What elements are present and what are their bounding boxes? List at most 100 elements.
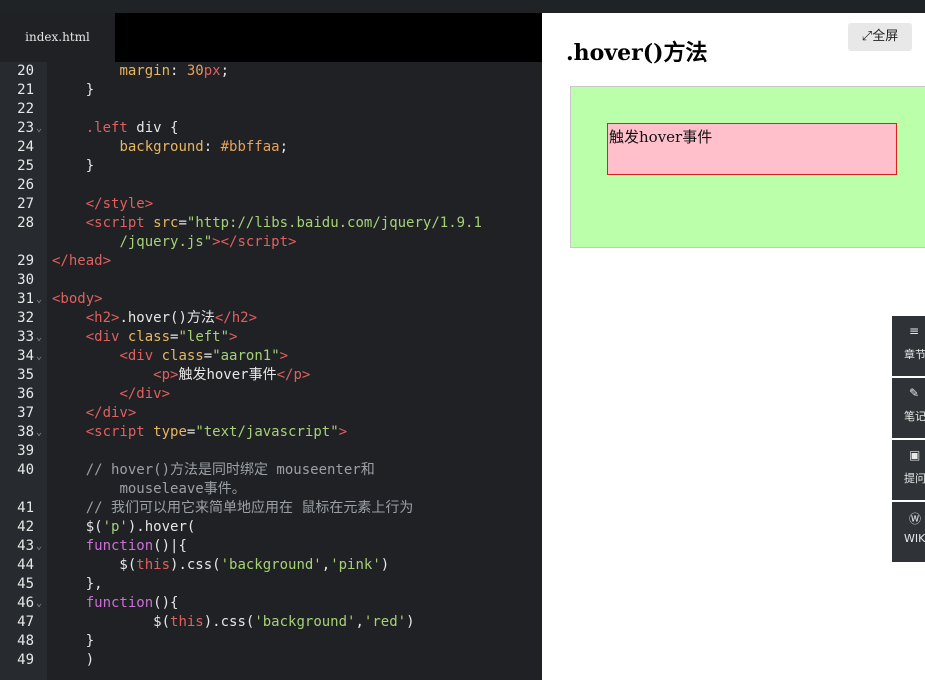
code-line[interactable]: 22 xyxy=(0,100,542,119)
code-text[interactable]: $(this).css('background','pink') xyxy=(52,556,389,575)
line-number: 39 xyxy=(17,443,34,459)
code-text[interactable]: </div> xyxy=(52,385,170,404)
fold-arrow-icon[interactable]: ⌄ xyxy=(36,594,42,613)
line-number: 20 xyxy=(17,63,34,79)
line-number: 36 xyxy=(17,386,34,402)
line-number: 27 xyxy=(17,196,34,212)
code-line[interactable]: 44 $(this).css('background','pink') xyxy=(0,556,542,575)
line-number: 24 xyxy=(17,139,34,155)
line-number: 45 xyxy=(17,576,34,592)
line-number: 31 xyxy=(17,291,34,307)
sidebar-item-chapters[interactable]: ≡ 章节 xyxy=(892,316,925,376)
fold-arrow-icon[interactable]: ⌄ xyxy=(36,119,42,138)
code-line[interactable]: 39 xyxy=(0,442,542,461)
code-line[interactable]: 41 // 我们可以用它来简单地应用在 鼠标在元素上行为 xyxy=(0,499,542,518)
code-line[interactable]: 37 </div> xyxy=(0,404,542,423)
expand-icon: ⤢ xyxy=(861,29,873,44)
code-text[interactable]: </head> xyxy=(52,252,111,271)
code-text[interactable]: <h2>.hover()方法</h2> xyxy=(52,309,257,328)
sidebar-item-wiki[interactable]: Ⓦ WIKI xyxy=(892,502,925,562)
sidebar-item-label: 提问 xyxy=(904,472,925,485)
code-text[interactable]: <script src="http://libs.baidu.com/jquer… xyxy=(52,214,482,252)
sidebar-item-label: 笔记 xyxy=(904,410,925,423)
code-line[interactable]: 35 <p>触发hover事件</p> xyxy=(0,366,542,385)
page-title: .hover()方法 xyxy=(566,40,708,66)
code-text[interactable]: } xyxy=(52,632,94,651)
sidebar-item-questions[interactable]: ▣ 提问 xyxy=(892,440,925,500)
code-line[interactable]: 46 ⌄ function(){ xyxy=(0,594,542,613)
line-number: 25 xyxy=(17,158,34,174)
code-line[interactable]: 47 $(this).css('background','red') xyxy=(0,613,542,632)
code-line[interactable]: 26 xyxy=(0,176,542,195)
code-line[interactable]: 28 <script src="http://libs.baidu.com/jq… xyxy=(0,214,542,252)
code-line[interactable]: 23 ⌄ .left div { xyxy=(0,119,542,138)
code-line[interactable]: 49 ) xyxy=(0,651,542,670)
code-text[interactable]: </style> xyxy=(52,195,153,214)
left-container: 触发hover事件 xyxy=(570,86,925,248)
code-line[interactable]: 36 </div> xyxy=(0,385,542,404)
code-line[interactable]: 30 xyxy=(0,271,542,290)
code-line[interactable]: 25 } xyxy=(0,157,542,176)
code-text[interactable]: ) xyxy=(52,651,94,670)
code-line[interactable]: 48 } xyxy=(0,632,542,651)
code-line[interactable]: 34 ⌄ <div class="aaron1"> xyxy=(0,347,542,366)
code-line[interactable]: 29 </head> xyxy=(0,252,542,271)
code-line[interactable]: 20 margin: 30px; xyxy=(0,62,542,81)
code-line[interactable]: 40 // hover()方法是同时绑定 mouseenter和 mousele… xyxy=(0,461,542,499)
sidebar-item-notes[interactable]: ✎ 笔记 xyxy=(892,378,925,438)
code-text[interactable]: } xyxy=(52,81,94,100)
line-number: 23 xyxy=(17,120,34,136)
code-text[interactable]: <p>触发hover事件</p> xyxy=(52,366,310,385)
line-number: 29 xyxy=(17,253,34,269)
code-text[interactable]: .left div { xyxy=(52,119,179,138)
tab-index-html[interactable]: index.html xyxy=(0,13,115,62)
code-text[interactable]: function()|{ xyxy=(52,537,187,556)
code-line[interactable]: 24 background: #bbffaa; xyxy=(0,138,542,157)
code-text[interactable]: <div class="aaron1"> xyxy=(52,347,288,366)
code-line[interactable]: 42 $('p').hover( xyxy=(0,518,542,537)
fullscreen-button[interactable]: ⤢全屏 xyxy=(848,23,912,51)
line-number: 49 xyxy=(17,652,34,668)
pencil-icon: ✎ xyxy=(909,386,920,400)
fold-arrow-icon[interactable]: ⌄ xyxy=(36,537,42,556)
code-lines[interactable]: 20 margin: 30px; 21 } 22 23 ⌄ .left div {24 … xyxy=(0,62,542,670)
fold-arrow-icon[interactable]: ⌄ xyxy=(36,328,42,347)
code-text[interactable]: margin: 30px; xyxy=(52,62,229,81)
code-text[interactable]: <body> xyxy=(52,290,103,309)
line-number: 34 xyxy=(17,348,34,364)
fold-arrow-icon[interactable]: ⌄ xyxy=(36,347,42,366)
code-line[interactable]: 45 }, xyxy=(0,575,542,594)
line-number: 41 xyxy=(17,500,34,516)
code-text[interactable]: // hover()方法是同时绑定 mouseenter和 mouseleave… xyxy=(52,461,375,499)
hover-paragraph[interactable]: 触发hover事件 xyxy=(609,126,896,147)
code-text[interactable]: $(this).css('background','red') xyxy=(52,613,414,632)
code-line[interactable]: 32 <h2>.hover()方法</h2> xyxy=(0,309,542,328)
line-number: 42 xyxy=(17,519,34,535)
code-text[interactable]: } xyxy=(52,157,94,176)
code-area[interactable]: 20 margin: 30px; 21 } 22 23 ⌄ .left div {24 … xyxy=(0,62,542,680)
code-text[interactable]: function(){ xyxy=(52,594,179,613)
code-line[interactable]: 38 ⌄ <script type="text/javascript"> xyxy=(0,423,542,442)
aaron1-box[interactable]: 触发hover事件 xyxy=(607,123,897,175)
code-line[interactable]: 21 } xyxy=(0,81,542,100)
list-icon: ≡ xyxy=(909,324,920,338)
fold-arrow-icon[interactable]: ⌄ xyxy=(36,423,42,442)
line-number: 44 xyxy=(17,557,34,573)
code-line[interactable]: 27 </style> xyxy=(0,195,542,214)
code-line[interactable]: 43 ⌄ function()|{ xyxy=(0,537,542,556)
fold-arrow-icon[interactable]: ⌄ xyxy=(36,290,42,309)
line-number: 33 xyxy=(17,329,34,345)
code-line[interactable]: 31 ⌄ <body> xyxy=(0,290,542,309)
code-text[interactable]: <div class="left"> xyxy=(52,328,238,347)
code-text[interactable]: background: #bbffaa; xyxy=(52,138,288,157)
line-number: 32 xyxy=(17,310,34,326)
code-line[interactable]: 33 ⌄ <div class="left"> xyxy=(0,328,542,347)
line-number: 37 xyxy=(17,405,34,421)
code-text[interactable]: $('p').hover( xyxy=(52,518,196,537)
code-text[interactable]: // 我们可以用它来简单地应用在 鼠标在元素上行为 xyxy=(52,499,414,518)
code-text[interactable]: <script type="text/javascript"> xyxy=(52,423,347,442)
code-text[interactable]: </div> xyxy=(52,404,137,423)
code-editor[interactable]: index.html 20 margin: 30px; 21 } 22 23 ⌄ .le… xyxy=(0,13,542,680)
code-text[interactable]: }, xyxy=(52,575,103,594)
sidebar-item-label: 章节 xyxy=(904,348,925,361)
